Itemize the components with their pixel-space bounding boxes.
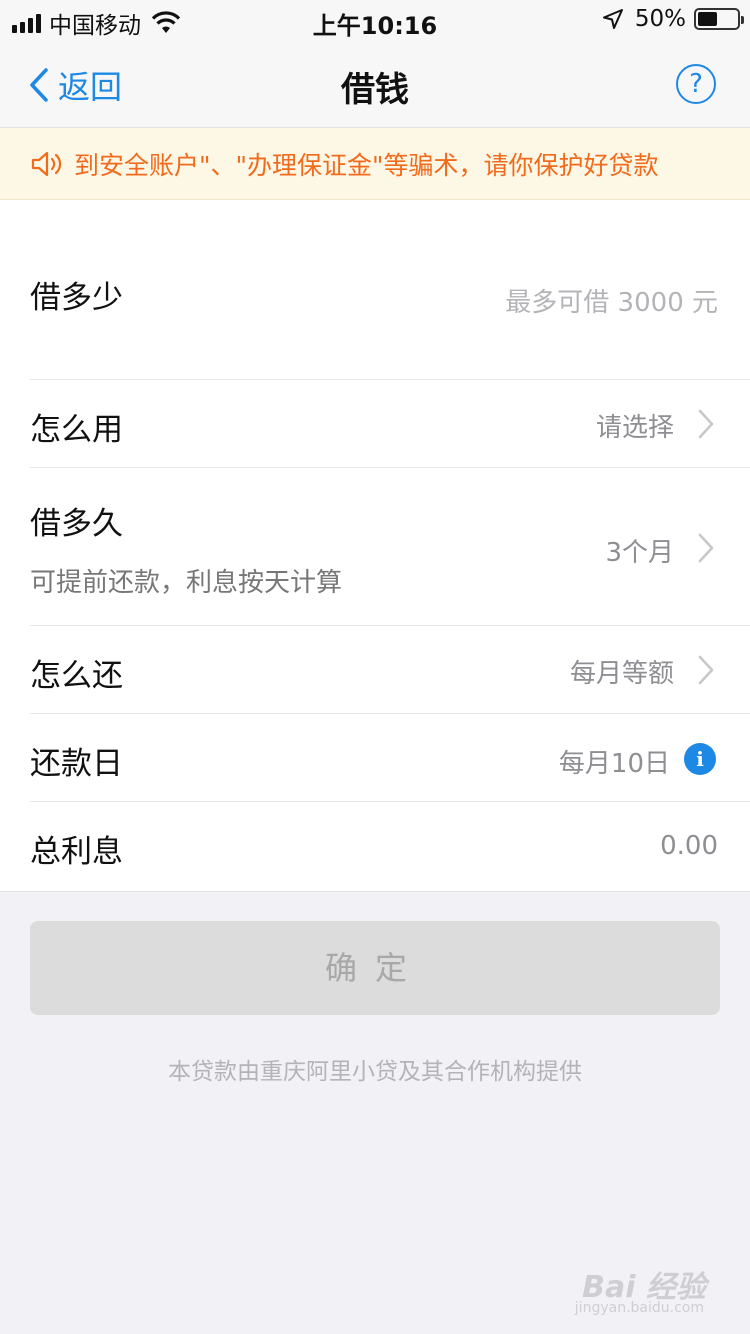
term-value: 3个月: [605, 538, 674, 568]
repay-day-value: 每月10日: [558, 749, 670, 779]
loan-form: 借多少 最多可借 3000 元 怎么用 请选择 借多久 可提前还款，利息按天计算…: [0, 200, 750, 892]
amount-row[interactable]: 借多少 最多可借 3000 元: [30, 200, 750, 380]
status-right: 50%: [601, 6, 744, 32]
usage-label: 怎么用: [30, 412, 123, 448]
status-left: 中国移动: [12, 6, 181, 40]
page-title: 借钱: [341, 70, 409, 110]
signal-icon: [12, 13, 41, 33]
confirm-button[interactable]: 确定: [30, 921, 720, 1015]
location-arrow-icon: [602, 9, 623, 29]
nav-bar: 返回 借钱 ?: [0, 40, 750, 128]
battery-percent: 50%: [634, 6, 686, 32]
usage-row[interactable]: 怎么用 请选择: [30, 380, 750, 468]
speaker-icon: [31, 151, 62, 176]
term-sublabel: 可提前还款，利息按天计算: [30, 568, 343, 598]
notice-text: 到安全账户"、"办理保证金"等骗术，请你保护好贷款: [74, 150, 659, 180]
term-row[interactable]: 借多久 可提前还款，利息按天计算 3个月: [30, 468, 750, 626]
info-icon[interactable]: i: [684, 743, 716, 775]
usage-value: 请选择: [595, 413, 674, 443]
battery-icon: [694, 8, 744, 30]
notice-banner[interactable]: 到安全账户"、"办理保证金"等骗术，请你保护好贷款: [0, 128, 750, 200]
interest-row: 总利息 0.00: [30, 802, 750, 890]
interest-label: 总利息: [30, 834, 123, 870]
status-bar: 中国移动 上午10:16 50%: [0, 0, 750, 40]
amount-input[interactable]: 最多可借 3000 元: [505, 282, 718, 319]
term-label: 借多久: [30, 506, 123, 542]
chevron-right-icon: [698, 409, 714, 439]
chevron-right-icon: [698, 533, 714, 563]
repay-method-value: 每月等额: [569, 659, 674, 689]
amount-label: 借多少: [30, 280, 123, 316]
repay-day-row: 还款日 每月10日 i: [30, 714, 750, 802]
watermark-url: jingyan.baidu.com: [574, 1300, 704, 1316]
wifi-icon: [151, 11, 181, 33]
interest-value: 0.00: [660, 831, 718, 861]
carrier-name: 中国移动: [49, 13, 141, 39]
repay-method-label: 怎么还: [30, 658, 123, 694]
battery-fill: [698, 12, 717, 26]
chevron-right-icon: [698, 655, 714, 685]
footer-note: 本贷款由重庆阿里小贷及其合作机构提供: [168, 1059, 582, 1085]
help-icon[interactable]: ?: [676, 64, 716, 104]
repay-method-row[interactable]: 怎么还 每月等额: [30, 626, 750, 714]
repay-day-label: 还款日: [30, 746, 123, 782]
